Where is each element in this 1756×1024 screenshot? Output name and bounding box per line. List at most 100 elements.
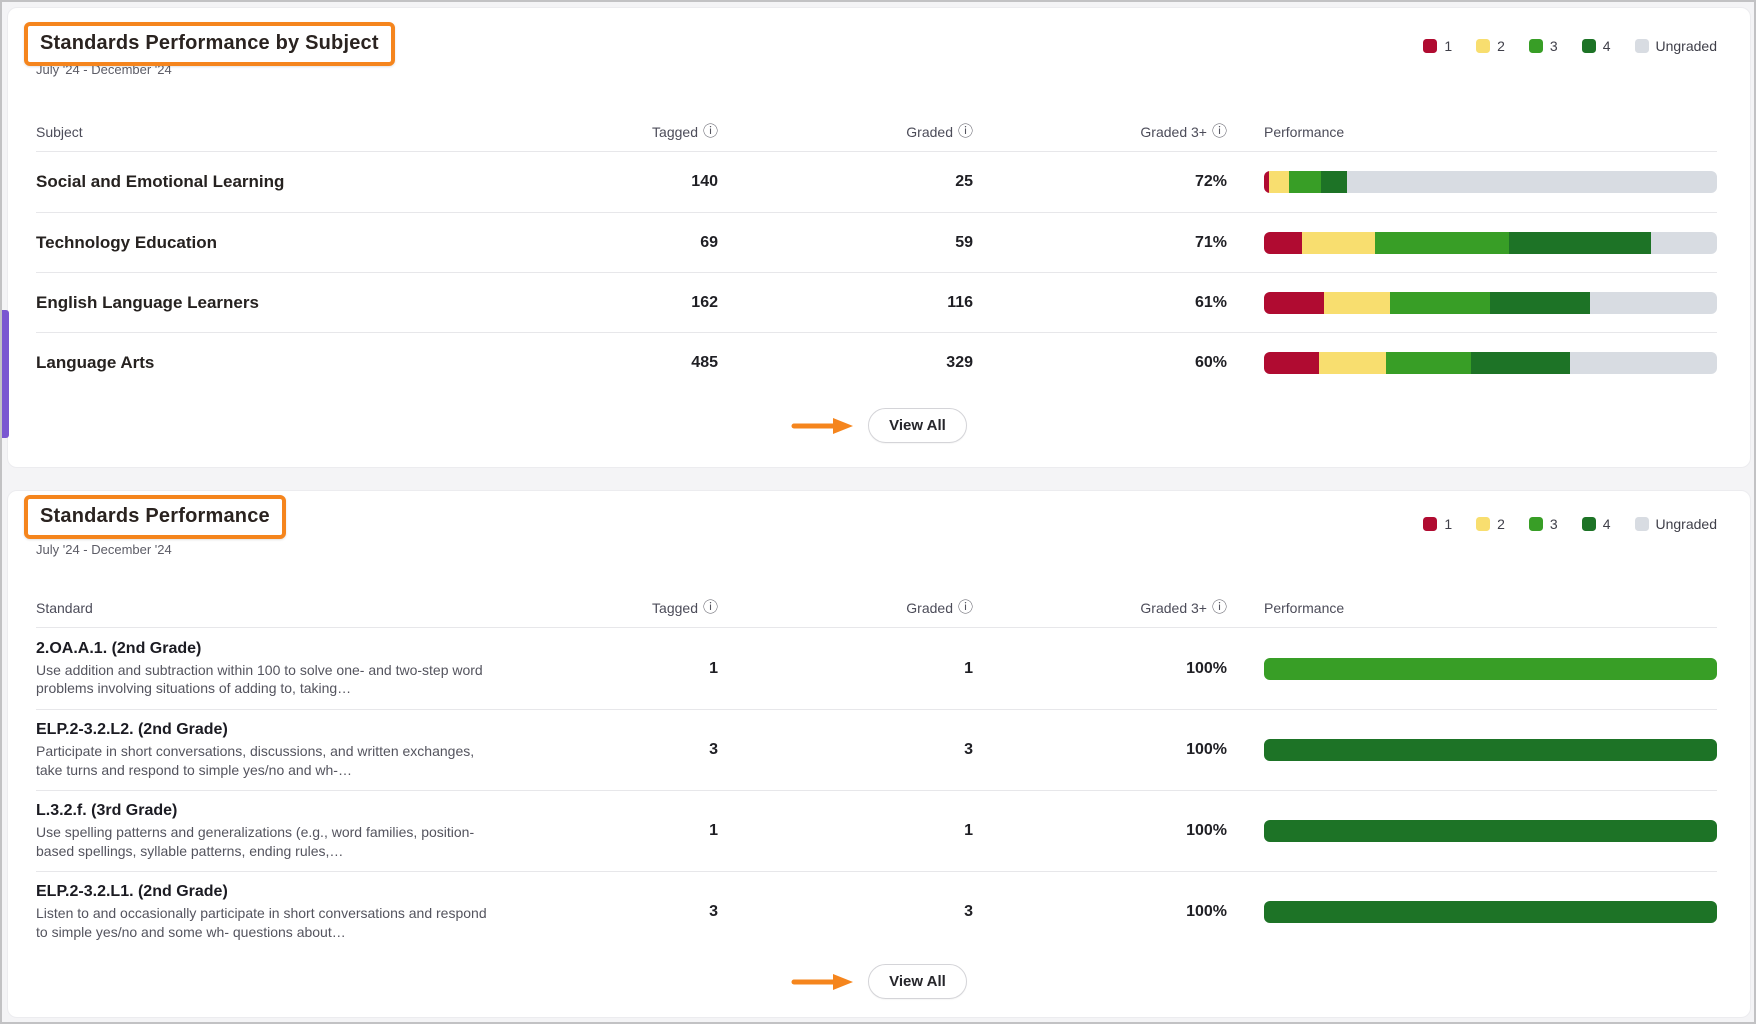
performance-bar [1264, 658, 1717, 680]
legend-label: 1 [1444, 38, 1452, 54]
column-header-performance: Performance [1227, 600, 1717, 616]
tagged-value: 1 [516, 660, 718, 678]
legend-label: 2 [1497, 38, 1505, 54]
graded3-value: 60% [973, 354, 1227, 372]
standards-performance-card: July '24 - December '24 Standards Perfor… [7, 490, 1751, 1018]
performance-bar [1264, 820, 1717, 842]
standard-description: Use spelling patterns and generalization… [36, 823, 498, 860]
tagged-value: 69 [516, 234, 718, 252]
graded-value: 329 [718, 354, 973, 372]
view-all-section: View All [8, 964, 1750, 999]
graded3-value: 71% [973, 234, 1227, 252]
graded3-value: 100% [973, 903, 1227, 921]
legend-item: Ungraded [1635, 38, 1718, 54]
graded3-value: 61% [973, 294, 1227, 312]
legend-item: 1 [1423, 516, 1452, 532]
performance-bar [1264, 232, 1717, 254]
table-row: L.3.2.f. (3rd Grade) Use spelling patter… [36, 790, 1717, 871]
column-header-standard: Standard [36, 600, 516, 616]
column-header-performance: Performance [1227, 124, 1717, 140]
table-row: Technology Education 69 59 71% [36, 212, 1717, 272]
info-icon[interactable]: ⓘ [1212, 600, 1227, 615]
legend-swatch [1423, 517, 1437, 531]
legend-item: 2 [1476, 516, 1505, 532]
standard-name: 2.OA.A.1. (2nd Grade) [36, 640, 516, 658]
subject-performance-card: July '24 - December '24 Standards Perfor… [7, 7, 1751, 468]
graded-value: 116 [718, 294, 973, 312]
legend-item: 3 [1529, 38, 1558, 54]
rating-legend: 1 2 3 4 Ungraded [1423, 516, 1717, 532]
graded-value: 3 [718, 903, 973, 921]
view-all-button[interactable]: View All [868, 408, 967, 443]
column-header-graded: Graded ⓘ [718, 124, 973, 140]
column-header-graded: Graded ⓘ [718, 600, 973, 616]
info-icon[interactable]: ⓘ [703, 600, 718, 615]
panel-title: Standards Performance by Subject [40, 32, 379, 55]
legend-swatch [1635, 39, 1649, 53]
info-icon[interactable]: ⓘ [1212, 124, 1227, 139]
view-all-section: View All [8, 408, 1750, 443]
graded3-value: 72% [973, 173, 1227, 191]
tagged-value: 485 [516, 354, 718, 372]
legend-item: 2 [1476, 38, 1505, 54]
column-header-graded3: Graded 3+ ⓘ [973, 600, 1227, 616]
subject-name: Social and Emotional Learning [36, 172, 516, 192]
table-row: 2.OA.A.1. (2nd Grade) Use addition and s… [36, 628, 1717, 709]
legend-item: 1 [1423, 38, 1452, 54]
legend-swatch [1582, 517, 1596, 531]
performance-bar [1264, 901, 1717, 923]
column-header-subject: Subject [36, 124, 516, 140]
subject-name: English Language Learners [36, 293, 516, 313]
table-row: ELP.2-3.2.L1. (2nd Grade) Listen to and … [36, 871, 1717, 952]
legend-swatch [1476, 39, 1490, 53]
graded3-value: 100% [973, 822, 1227, 840]
table-header: Standard Tagged ⓘ Graded ⓘ Graded 3+ ⓘ P… [36, 588, 1717, 628]
legend-swatch [1635, 517, 1649, 531]
graded-value: 1 [718, 660, 973, 678]
legend-label: 4 [1603, 38, 1611, 54]
legend-item: 4 [1582, 516, 1611, 532]
subject-name: Language Arts [36, 353, 516, 373]
performance-bar [1264, 352, 1717, 374]
legend-swatch [1423, 39, 1437, 53]
legend-swatch [1582, 39, 1596, 53]
rating-legend: 1 2 3 4 Ungraded [1423, 38, 1717, 54]
legend-label: 2 [1497, 516, 1505, 532]
graded-value: 25 [718, 173, 973, 191]
graded-value: 1 [718, 822, 973, 840]
table-header: Subject Tagged ⓘ Graded ⓘ Graded 3+ ⓘ Pe… [36, 112, 1717, 152]
info-icon[interactable]: ⓘ [703, 124, 718, 139]
tagged-value: 162 [516, 294, 718, 312]
view-all-button[interactable]: View All [868, 964, 967, 999]
subject-table-body: Social and Emotional Learning 140 25 72%… [36, 152, 1717, 392]
column-header-tagged: Tagged ⓘ [516, 600, 718, 616]
legend-item: 3 [1529, 516, 1558, 532]
performance-bar [1264, 292, 1717, 314]
legend-label: 3 [1550, 516, 1558, 532]
info-icon[interactable]: ⓘ [958, 124, 973, 139]
legend-item: Ungraded [1635, 516, 1718, 532]
table-row: ELP.2-3.2.L2. (2nd Grade) Participate in… [36, 709, 1717, 790]
graded-value: 59 [718, 234, 973, 252]
tagged-value: 1 [516, 822, 718, 840]
legend-label: 3 [1550, 38, 1558, 54]
arrow-right-icon [791, 416, 855, 436]
standards-table-body: 2.OA.A.1. (2nd Grade) Use addition and s… [36, 628, 1717, 952]
info-icon[interactable]: ⓘ [958, 600, 973, 615]
graded3-value: 100% [973, 741, 1227, 759]
legend-label: Ungraded [1656, 38, 1718, 54]
standard-description: Use addition and subtraction within 100 … [36, 661, 498, 698]
table-row: Social and Emotional Learning 140 25 72% [36, 152, 1717, 212]
legend-item: 4 [1582, 38, 1611, 54]
date-range: July '24 - December '24 [36, 542, 172, 557]
graded-value: 3 [718, 741, 973, 759]
subject-name: Technology Education [36, 233, 516, 253]
arrow-right-icon [791, 972, 855, 992]
graded3-value: 100% [973, 660, 1227, 678]
performance-bar [1264, 171, 1717, 193]
standard-name: ELP.2-3.2.L2. (2nd Grade) [36, 721, 516, 739]
column-header-graded3: Graded 3+ ⓘ [973, 124, 1227, 140]
title-annotation-box: Standards Performance [24, 495, 286, 539]
tagged-value: 140 [516, 173, 718, 191]
standard-name: L.3.2.f. (3rd Grade) [36, 802, 516, 820]
